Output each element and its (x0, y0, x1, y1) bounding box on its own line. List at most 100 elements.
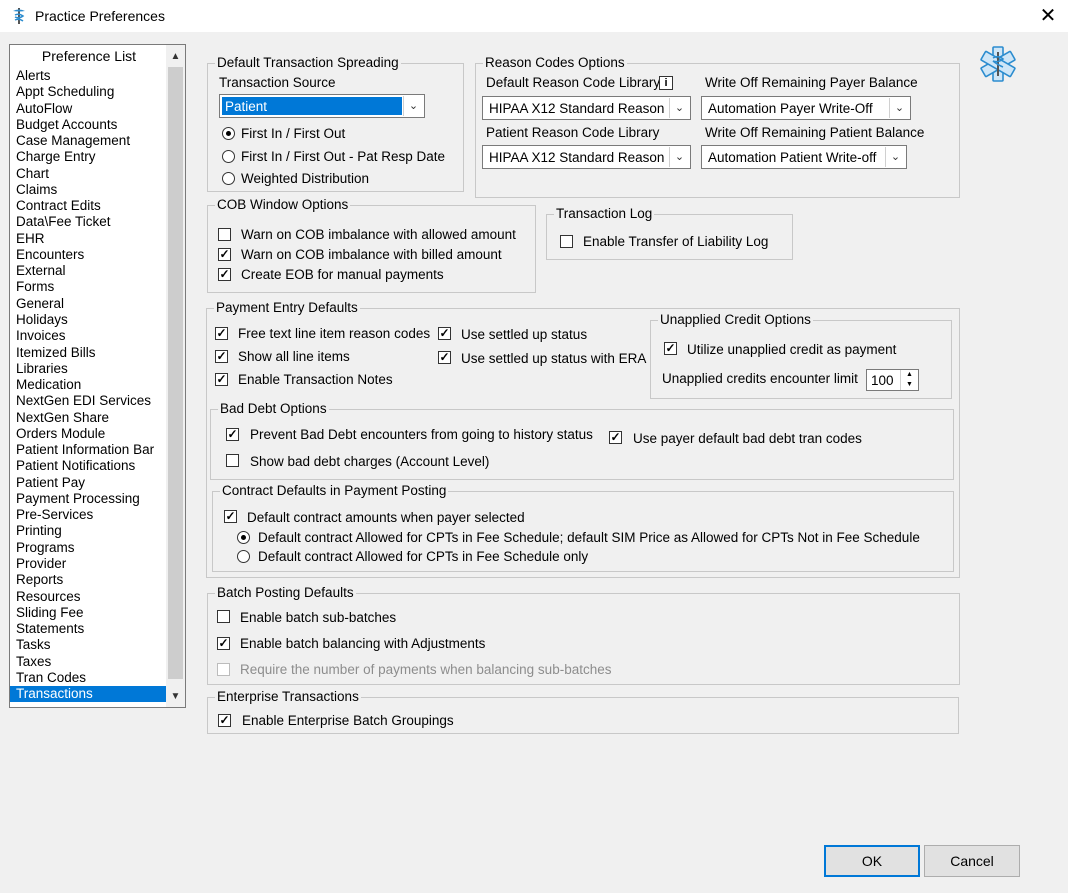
sub-batches-checkbox[interactable] (217, 610, 230, 623)
list-item[interactable]: Patient Notifications (10, 458, 166, 474)
list-item[interactable]: Provider (10, 556, 166, 572)
batch-balancing-label: Enable batch balancing with Adjustments (240, 636, 486, 651)
list-item[interactable]: AutoFlow (10, 101, 166, 117)
utilize-unapplied-checkbox[interactable]: ✓ (664, 342, 677, 355)
radio-contract-only[interactable] (237, 550, 250, 563)
radio-contract-sim-price-label: Default contract Allowed for CPTs in Fee… (258, 530, 920, 545)
preference-list[interactable]: Preference List Alerts Appt Scheduling Aut… (9, 44, 186, 708)
radio-contract-sim-price[interactable] (237, 531, 250, 544)
scroll-up-icon[interactable]: ▲ (166, 47, 185, 67)
chevron-down-icon[interactable]: ⌄ (885, 147, 905, 167)
patient-reason-library-select[interactable]: HIPAA X12 Standard Reason ⌄ (482, 145, 691, 169)
settled-up-era-checkbox[interactable]: ✓ (438, 351, 451, 364)
transaction-source-value: Patient (225, 99, 268, 114)
radio-weighted[interactable] (222, 172, 235, 185)
list-item[interactable]: Claims (10, 182, 166, 198)
require-payments-checkbox (217, 663, 230, 676)
list-item[interactable]: General (10, 296, 166, 312)
writeoff-patient-select[interactable]: Automation Patient Write-off ⌄ (701, 145, 907, 169)
increment-icon[interactable]: ▲ (901, 370, 918, 380)
list-item[interactable]: Reports (10, 572, 166, 588)
ok-button[interactable]: OK (824, 845, 920, 877)
list-item[interactable]: Forms (10, 279, 166, 295)
transaction-notes-checkbox[interactable]: ✓ (215, 373, 228, 386)
list-item[interactable]: Programs (10, 540, 166, 556)
default-contract-amounts-checkbox[interactable]: ✓ (224, 510, 237, 523)
enterprise-groupings-checkbox[interactable]: ✓ (218, 714, 231, 727)
batch-balancing-checkbox[interactable]: ✓ (217, 637, 230, 650)
encounter-limit-stepper[interactable]: 100 ▲ ▼ (866, 369, 919, 391)
batch-legend: Batch Posting Defaults (217, 585, 354, 600)
list-item[interactable]: Tasks (10, 637, 166, 653)
list-item[interactable]: Orders Module (10, 426, 166, 442)
chevron-down-icon[interactable]: ⌄ (889, 98, 909, 118)
default-reason-library-value: HIPAA X12 Standard Reason (489, 101, 665, 116)
list-item[interactable]: Itemized Bills (10, 345, 166, 361)
cancel-button[interactable]: Cancel (924, 845, 1020, 877)
transaction-log-legend: Transaction Log (556, 206, 653, 221)
scroll-thumb[interactable] (168, 67, 183, 679)
chevron-down-icon[interactable]: ⌄ (669, 98, 689, 118)
list-item[interactable]: Pre-Services (10, 507, 166, 523)
list-item[interactable]: Holidays (10, 312, 166, 328)
list-item[interactable]: EHR (10, 231, 166, 247)
list-item[interactable]: Sliding Fee (10, 605, 166, 621)
list-item[interactable]: Budget Accounts (10, 117, 166, 133)
list-item[interactable]: Contract Edits (10, 198, 166, 214)
list-item[interactable]: Transactions (10, 686, 166, 703)
list-item[interactable]: Chart (10, 166, 166, 182)
settled-up-checkbox[interactable]: ✓ (438, 327, 451, 340)
chevron-down-icon[interactable]: ⌄ (669, 147, 689, 167)
transaction-source-select[interactable]: Patient ⌄ (219, 94, 425, 118)
list-item[interactable]: Appt Scheduling (10, 84, 166, 100)
create-eob-checkbox[interactable]: ✓ (218, 268, 231, 281)
list-item[interactable]: Alerts (10, 68, 166, 84)
list-item[interactable]: NextGen Share (10, 410, 166, 426)
cob-allowed-checkbox[interactable] (218, 228, 231, 241)
list-item[interactable]: Taxes (10, 654, 166, 670)
close-icon[interactable]: ✕ (1036, 4, 1060, 28)
settled-up-label: Use settled up status (461, 327, 588, 342)
radio-fifo[interactable] (222, 127, 235, 140)
chevron-down-icon[interactable]: ⌄ (403, 96, 423, 116)
list-item[interactable]: Libraries (10, 361, 166, 377)
cob-billed-label: Warn on COB imbalance with billed amount (241, 247, 502, 262)
list-item[interactable]: Data\Fee Ticket (10, 214, 166, 230)
list-item[interactable]: Printing (10, 523, 166, 539)
list-item[interactable]: Tran Codes (10, 670, 166, 686)
list-item[interactable]: Medication (10, 377, 166, 393)
window-title: Practice Preferences (35, 8, 165, 24)
list-item[interactable]: Patient Pay (10, 475, 166, 491)
list-item[interactable]: Statements (10, 621, 166, 637)
scroll-down-icon[interactable]: ▼ (166, 687, 185, 707)
list-item[interactable]: Case Management (10, 133, 166, 149)
writeoff-payer-select[interactable]: Automation Payer Write-Off ⌄ (701, 96, 911, 120)
list-item[interactable]: Invoices (10, 328, 166, 344)
create-eob-label: Create EOB for manual payments (241, 267, 444, 282)
cob-billed-checkbox[interactable]: ✓ (218, 248, 231, 261)
list-item[interactable]: Patient Information Bar (10, 442, 166, 458)
list-item[interactable]: Charge Entry (10, 149, 166, 165)
decrement-icon[interactable]: ▼ (901, 380, 918, 390)
payer-default-bad-debt-checkbox[interactable]: ✓ (609, 431, 622, 444)
free-text-checkbox[interactable]: ✓ (215, 327, 228, 340)
list-item[interactable]: External (10, 263, 166, 279)
show-bad-debt-checkbox[interactable] (226, 454, 239, 467)
list-item[interactable]: Resources (10, 589, 166, 605)
show-all-lines-checkbox[interactable]: ✓ (215, 350, 228, 363)
list-scrollbar[interactable]: ▲ ▼ (166, 45, 185, 707)
radio-fifo-pat-resp[interactable] (222, 150, 235, 163)
prevent-bad-debt-checkbox[interactable]: ✓ (226, 428, 239, 441)
enterprise-groupings-label: Enable Enterprise Batch Groupings (242, 713, 454, 728)
list-item[interactable]: Encounters (10, 247, 166, 263)
show-all-lines-label: Show all line items (238, 349, 350, 364)
patient-reason-library-label: Patient Reason Code Library (486, 125, 660, 140)
transfer-liability-checkbox[interactable] (560, 235, 573, 248)
encounter-limit-value: 100 (871, 373, 894, 388)
title-bar: Practice Preferences ✕ (0, 0, 1068, 32)
list-item[interactable]: NextGen EDI Services (10, 393, 166, 409)
default-reason-library-select[interactable]: HIPAA X12 Standard Reason ⌄ (482, 96, 691, 120)
info-icon[interactable]: i (659, 76, 673, 90)
sub-batches-label: Enable batch sub-batches (240, 610, 397, 625)
list-item[interactable]: Payment Processing (10, 491, 166, 507)
